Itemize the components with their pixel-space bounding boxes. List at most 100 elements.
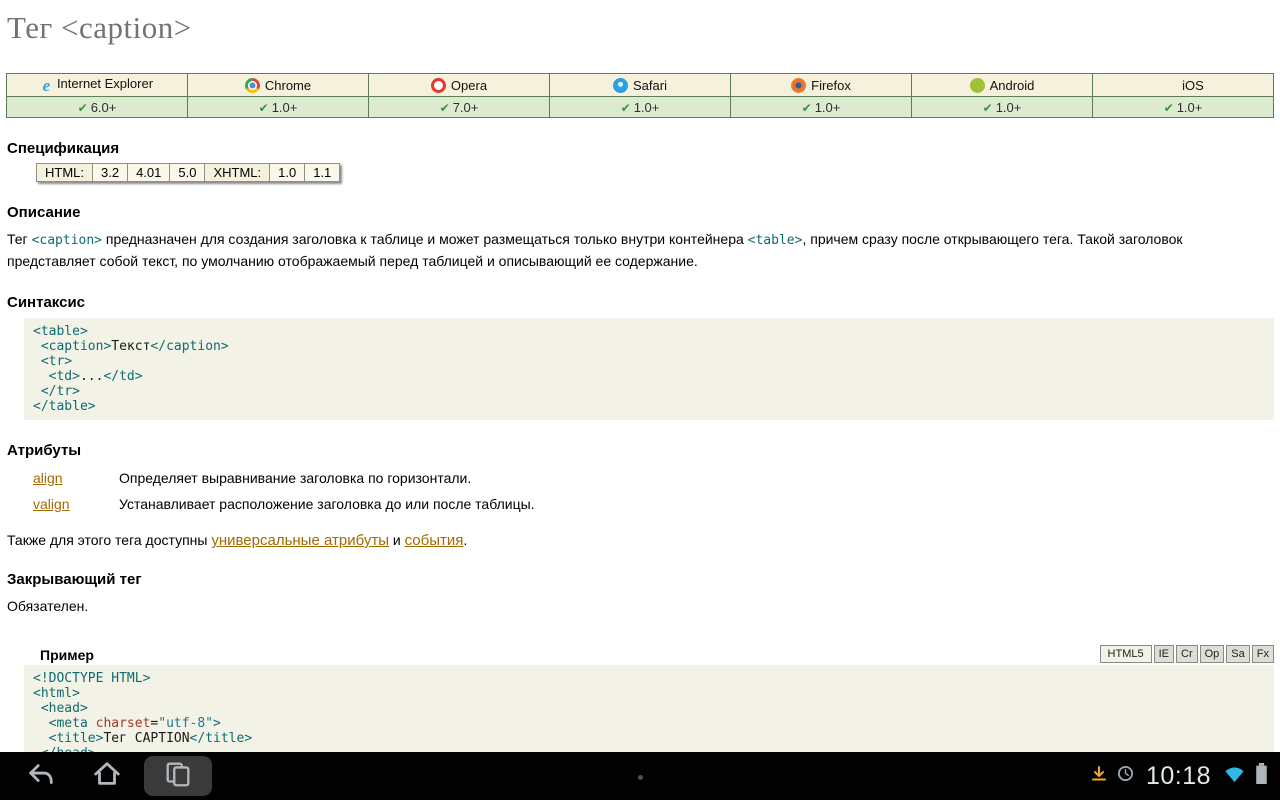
description-paragraph: Тег <caption> предназначен для создания … (7, 229, 1273, 272)
check-icon: ✔ (440, 101, 450, 115)
syntax-code-line: <caption>Текст</caption> (33, 339, 1265, 354)
example-tabs: HTML5IECrOpSaFx (1098, 645, 1274, 663)
attribute-row: valignУстанавливает расположение заголов… (33, 496, 1280, 512)
status-area[interactable]: 10:18 (1090, 762, 1280, 791)
spec-version: 3.2 (93, 164, 128, 182)
back-icon (26, 759, 56, 794)
browser-header-ie: Internet Explorer (7, 74, 188, 97)
example-tab-html5[interactable]: HTML5 (1100, 645, 1152, 663)
browser-header-android: Android (912, 74, 1093, 97)
syntax-code-line: </table> (33, 399, 1265, 414)
download-icon (1090, 765, 1108, 788)
section-heading-closing-tag: Закрывающий тег (7, 571, 1280, 588)
version-label: 1.0+ (634, 100, 660, 115)
attr-link-valign[interactable]: valign (33, 496, 119, 512)
example-tab-cr[interactable]: Cr (1176, 645, 1198, 663)
specification-table: HTML:3.24.015.0XHTML:1.01.1 (36, 163, 340, 182)
version-label: 1.0+ (815, 100, 841, 115)
browser-header-chrome: Chrome (188, 74, 369, 97)
version-label: 6.0+ (91, 100, 117, 115)
version-label: 1.0+ (996, 100, 1022, 115)
browser-version-firefox: ✔1.0+ (731, 97, 912, 118)
description-text-part: предназначен для создания заголовка к та… (102, 231, 748, 247)
note-text-part: и (389, 532, 405, 548)
attr-link-align[interactable]: align (33, 470, 119, 486)
example-tab-fx[interactable]: Fx (1252, 645, 1274, 663)
description-text-part: Тег (7, 231, 32, 247)
link-events[interactable]: события (405, 532, 464, 549)
home-icon (92, 759, 122, 794)
browser-version-chrome: ✔1.0+ (188, 97, 369, 118)
browser-name: Chrome (265, 78, 311, 93)
syntax-code-line: <td>...</td> (33, 369, 1265, 384)
recents-button[interactable] (149, 757, 207, 795)
browser-version-ios: ✔1.0+ (1093, 97, 1274, 118)
example-code-line: <title>Тег CAPTION</title> (33, 731, 1265, 746)
check-icon: ✔ (78, 101, 88, 115)
browser-header-opera: Opera (369, 74, 550, 97)
browser-name: Android (990, 78, 1035, 93)
apple-icon (1162, 78, 1177, 93)
syntax-code-block: <table> <caption>Текст</caption> <tr> <t… (24, 318, 1274, 420)
spec-label: XHTML: (205, 164, 270, 182)
version-label: 7.0+ (453, 100, 479, 115)
check-icon: ✔ (621, 101, 631, 115)
example-tab-sa[interactable]: Sa (1226, 645, 1249, 663)
section-heading-syntax: Синтаксис (7, 294, 1280, 311)
section-heading-example: Пример (40, 647, 94, 663)
check-icon: ✔ (1164, 101, 1174, 115)
spec-version: 5.0 (170, 164, 205, 182)
section-heading-specification: Спецификация (7, 140, 1280, 157)
browser-header-safari: Safari (550, 74, 731, 97)
browser-name: Internet Explorer (57, 76, 153, 91)
check-icon: ✔ (259, 101, 269, 115)
example-tab-ie[interactable]: IE (1154, 645, 1174, 663)
attribute-row: alignОпределяет выравнивание заголовка п… (33, 470, 1280, 486)
syntax-code-line: <tr> (33, 354, 1265, 369)
browser-versions-row: ✔6.0+✔1.0+✔7.0+✔1.0+✔1.0+✔1.0+✔1.0+ (7, 97, 1274, 118)
browser-name: Opera (451, 78, 487, 93)
closing-tag-text: Обязателен. (7, 596, 1273, 617)
example-code-line: <meta charset="utf-8"> (33, 716, 1265, 731)
browser-names-row: Internet Explorer Chrome Opera Safari Firefo… (7, 74, 1274, 97)
browser-version-safari: ✔1.0+ (550, 97, 731, 118)
android-icon (970, 78, 985, 93)
safari-icon (613, 78, 628, 93)
version-label: 1.0+ (1177, 100, 1203, 115)
link-universal-attributes[interactable]: универсальные атрибуты (211, 532, 389, 549)
spec-version: 4.01 (128, 164, 170, 182)
opera-icon (431, 78, 446, 93)
attribute-description: Устанавливает расположение заголовка до … (119, 496, 535, 512)
attribute-description: Определяет выравнивание заголовка по гор… (119, 470, 471, 486)
browser-name: Firefox (811, 78, 851, 93)
spec-version: 1.0 (270, 164, 305, 182)
ie-icon (41, 79, 52, 94)
attributes-note: Также для этого тега доступны универсаль… (7, 532, 1273, 549)
firefox-icon (791, 78, 806, 93)
home-button[interactable] (74, 754, 140, 798)
recents-icon (163, 759, 193, 794)
section-heading-description: Описание (7, 204, 1280, 221)
back-button[interactable] (8, 754, 74, 798)
example-tab-op[interactable]: Op (1200, 645, 1225, 663)
browser-header-ios: iOS (1093, 74, 1274, 97)
syntax-code-line: </tr> (33, 384, 1265, 399)
browser-version-android: ✔1.0+ (912, 97, 1093, 118)
spec-label: HTML: (37, 164, 93, 182)
version-label: 1.0+ (272, 100, 298, 115)
browser-version-ie: ✔6.0+ (7, 97, 188, 118)
example-code-line: <html> (33, 686, 1265, 701)
system-navigation-bar: 10:18 (0, 752, 1280, 800)
status-clock: 10:18 (1146, 762, 1211, 791)
note-text-part: . (463, 532, 467, 548)
attributes-list: alignОпределяет выравнивание заголовка п… (33, 470, 1280, 512)
spec-version: 1.1 (305, 164, 340, 182)
example-code-line: <head> (33, 701, 1265, 716)
page-scroll-area[interactable]: Тег <caption> Internet ExplorerChromeOpe… (0, 0, 1280, 752)
browser-support-table: Internet Explorer Chrome Opera Safari Firefo… (6, 73, 1274, 118)
check-icon: ✔ (983, 101, 993, 115)
spec-table-row: HTML:3.24.015.0XHTML:1.01.1 (37, 164, 340, 182)
recents-button-highlight (144, 756, 212, 796)
browser-header-firefox: Firefox (731, 74, 912, 97)
chrome-icon (245, 78, 260, 93)
